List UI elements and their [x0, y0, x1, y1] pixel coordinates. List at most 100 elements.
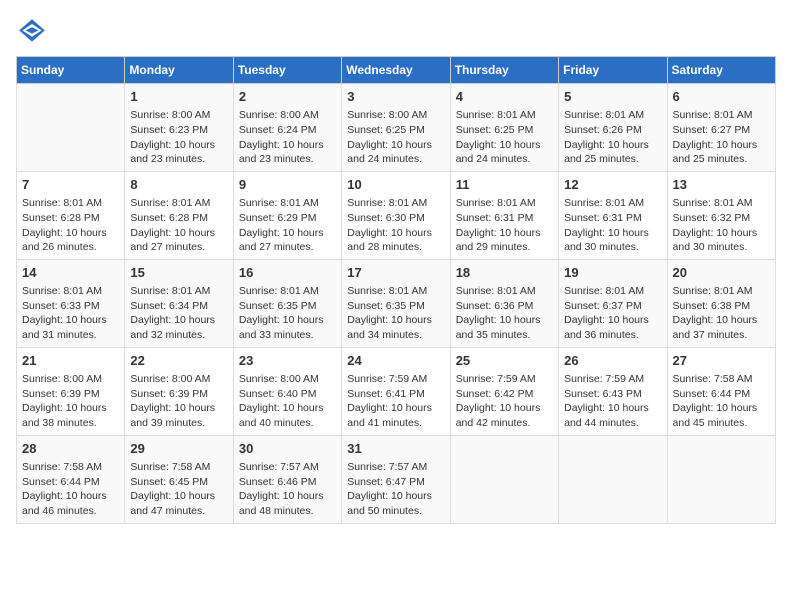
day-number: 15	[130, 264, 227, 282]
day-number: 1	[130, 88, 227, 106]
page-header	[16, 16, 776, 48]
day-number: 4	[456, 88, 553, 106]
day-number: 13	[673, 176, 770, 194]
day-number: 3	[347, 88, 444, 106]
day-cell: 31 Sunrise: 7:57 AMSunset: 6:47 PMDayligh…	[342, 435, 450, 523]
day-cell: 27 Sunrise: 7:58 AMSunset: 6:44 PMDayligh…	[667, 347, 775, 435]
day-number: 18	[456, 264, 553, 282]
day-info: Sunrise: 7:59 AMSunset: 6:42 PMDaylight:…	[456, 372, 553, 431]
day-info: Sunrise: 8:01 AMSunset: 6:31 PMDaylight:…	[456, 196, 553, 255]
day-cell: 29 Sunrise: 7:58 AMSunset: 6:45 PMDayligh…	[125, 435, 233, 523]
column-header-wednesday: Wednesday	[342, 57, 450, 84]
day-cell	[17, 84, 125, 172]
day-info: Sunrise: 7:58 AMSunset: 6:44 PMDaylight:…	[22, 460, 119, 519]
day-info: Sunrise: 7:57 AMSunset: 6:46 PMDaylight:…	[239, 460, 336, 519]
day-number: 7	[22, 176, 119, 194]
day-cell: 25Sunrise: 7:59 AMSunset: 6:42 PMDayligh…	[450, 347, 558, 435]
day-number: 22	[130, 352, 227, 370]
day-info: Sunrise: 8:00 AMSunset: 6:24 PMDaylight:…	[239, 108, 336, 167]
day-cell: 16 Sunrise: 8:01 AMSunset: 6:35 PMDayligh…	[233, 259, 341, 347]
day-info: Sunrise: 8:01 AMSunset: 6:28 PMDaylight:…	[22, 196, 119, 255]
day-info: Sunrise: 8:01 AMSunset: 6:31 PMDaylight:…	[564, 196, 661, 255]
day-info: Sunrise: 8:00 AMSunset: 6:39 PMDaylight:…	[130, 372, 227, 431]
calendar-body: 1 Sunrise: 8:00 AMSunset: 6:23 PMDaylight…	[17, 84, 776, 524]
day-cell: 22 Sunrise: 8:00 AMSunset: 6:39 PMDayligh…	[125, 347, 233, 435]
day-info: Sunrise: 8:01 AMSunset: 6:29 PMDaylight:…	[239, 196, 336, 255]
week-row-1: 1 Sunrise: 8:00 AMSunset: 6:23 PMDaylight…	[17, 84, 776, 172]
day-cell: 17 Sunrise: 8:01 AMSunset: 6:35 PMDayligh…	[342, 259, 450, 347]
day-number: 17	[347, 264, 444, 282]
week-row-3: 14 Sunrise: 8:01 AMSunset: 6:33 PMDayligh…	[17, 259, 776, 347]
day-cell: 4Sunrise: 8:01 AMSunset: 6:25 PMDaylight…	[450, 84, 558, 172]
column-header-tuesday: Tuesday	[233, 57, 341, 84]
day-cell	[667, 435, 775, 523]
day-info: Sunrise: 8:01 AMSunset: 6:35 PMDaylight:…	[347, 284, 444, 343]
day-number: 20	[673, 264, 770, 282]
logo	[16, 16, 52, 48]
day-info: Sunrise: 8:01 AMSunset: 6:33 PMDaylight:…	[22, 284, 119, 343]
day-number: 29	[130, 440, 227, 458]
column-header-saturday: Saturday	[667, 57, 775, 84]
day-number: 8	[130, 176, 227, 194]
day-number: 9	[239, 176, 336, 194]
day-info: Sunrise: 7:59 AMSunset: 6:43 PMDaylight:…	[564, 372, 661, 431]
day-number: 23	[239, 352, 336, 370]
day-info: Sunrise: 7:58 AMSunset: 6:44 PMDaylight:…	[673, 372, 770, 431]
day-info: Sunrise: 8:00 AMSunset: 6:39 PMDaylight:…	[22, 372, 119, 431]
logo-icon	[16, 16, 48, 48]
day-number: 28	[22, 440, 119, 458]
week-row-5: 28 Sunrise: 7:58 AMSunset: 6:44 PMDayligh…	[17, 435, 776, 523]
column-header-sunday: Sunday	[17, 57, 125, 84]
day-number: 16	[239, 264, 336, 282]
day-info: Sunrise: 7:59 AMSunset: 6:41 PMDaylight:…	[347, 372, 444, 431]
day-cell: 30 Sunrise: 7:57 AMSunset: 6:46 PMDayligh…	[233, 435, 341, 523]
week-row-4: 21 Sunrise: 8:00 AMSunset: 6:39 PMDayligh…	[17, 347, 776, 435]
day-info: Sunrise: 7:57 AMSunset: 6:47 PMDaylight:…	[347, 460, 444, 519]
day-info: Sunrise: 8:01 AMSunset: 6:30 PMDaylight:…	[347, 196, 444, 255]
day-number: 19	[564, 264, 661, 282]
day-cell	[450, 435, 558, 523]
day-number: 12	[564, 176, 661, 194]
day-number: 31	[347, 440, 444, 458]
day-cell: 19 Sunrise: 8:01 AMSunset: 6:37 PMDayligh…	[559, 259, 667, 347]
day-cell: 6 Sunrise: 8:01 AMSunset: 6:27 PMDaylight…	[667, 84, 775, 172]
day-info: Sunrise: 8:01 AMSunset: 6:37 PMDaylight:…	[564, 284, 661, 343]
day-number: 11	[456, 176, 553, 194]
day-info: Sunrise: 8:01 AMSunset: 6:34 PMDaylight:…	[130, 284, 227, 343]
day-info: Sunrise: 8:01 AMSunset: 6:27 PMDaylight:…	[673, 108, 770, 167]
day-info: Sunrise: 8:01 AMSunset: 6:36 PMDaylight:…	[456, 284, 553, 343]
day-number: 27	[673, 352, 770, 370]
day-cell: 8Sunrise: 8:01 AMSunset: 6:28 PMDaylight…	[125, 171, 233, 259]
day-cell: 9 Sunrise: 8:01 AMSunset: 6:29 PMDaylight…	[233, 171, 341, 259]
day-number: 24	[347, 352, 444, 370]
day-number: 26	[564, 352, 661, 370]
day-cell: 26 Sunrise: 7:59 AMSunset: 6:43 PMDayligh…	[559, 347, 667, 435]
day-cell	[559, 435, 667, 523]
day-info: Sunrise: 8:00 AMSunset: 6:23 PMDaylight:…	[130, 108, 227, 167]
day-number: 10	[347, 176, 444, 194]
day-cell: 11 Sunrise: 8:01 AMSunset: 6:31 PMDayligh…	[450, 171, 558, 259]
day-cell: 12 Sunrise: 8:01 AMSunset: 6:31 PMDayligh…	[559, 171, 667, 259]
day-number: 21	[22, 352, 119, 370]
day-info: Sunrise: 8:01 AMSunset: 6:32 PMDaylight:…	[673, 196, 770, 255]
day-number: 5	[564, 88, 661, 106]
day-number: 14	[22, 264, 119, 282]
day-cell: 7 Sunrise: 8:01 AMSunset: 6:28 PMDaylight…	[17, 171, 125, 259]
header-row: SundayMondayTuesdayWednesdayThursdayFrid…	[17, 57, 776, 84]
day-cell: 28 Sunrise: 7:58 AMSunset: 6:44 PMDayligh…	[17, 435, 125, 523]
calendar-header: SundayMondayTuesdayWednesdayThursdayFrid…	[17, 57, 776, 84]
day-info: Sunrise: 8:01 AMSunset: 6:26 PMDaylight:…	[564, 108, 661, 167]
calendar-table: SundayMondayTuesdayWednesdayThursdayFrid…	[16, 56, 776, 524]
day-info: Sunrise: 8:01 AMSunset: 6:38 PMDaylight:…	[673, 284, 770, 343]
column-header-thursday: Thursday	[450, 57, 558, 84]
column-header-monday: Monday	[125, 57, 233, 84]
day-cell: 10 Sunrise: 8:01 AMSunset: 6:30 PMDayligh…	[342, 171, 450, 259]
day-number: 30	[239, 440, 336, 458]
day-info: Sunrise: 7:58 AMSunset: 6:45 PMDaylight:…	[130, 460, 227, 519]
day-info: Sunrise: 8:01 AMSunset: 6:35 PMDaylight:…	[239, 284, 336, 343]
day-number: 2	[239, 88, 336, 106]
day-cell: 3Sunrise: 8:00 AMSunset: 6:25 PMDaylight…	[342, 84, 450, 172]
day-cell: 14 Sunrise: 8:01 AMSunset: 6:33 PMDayligh…	[17, 259, 125, 347]
day-number: 6	[673, 88, 770, 106]
day-cell: 5 Sunrise: 8:01 AMSunset: 6:26 PMDaylight…	[559, 84, 667, 172]
